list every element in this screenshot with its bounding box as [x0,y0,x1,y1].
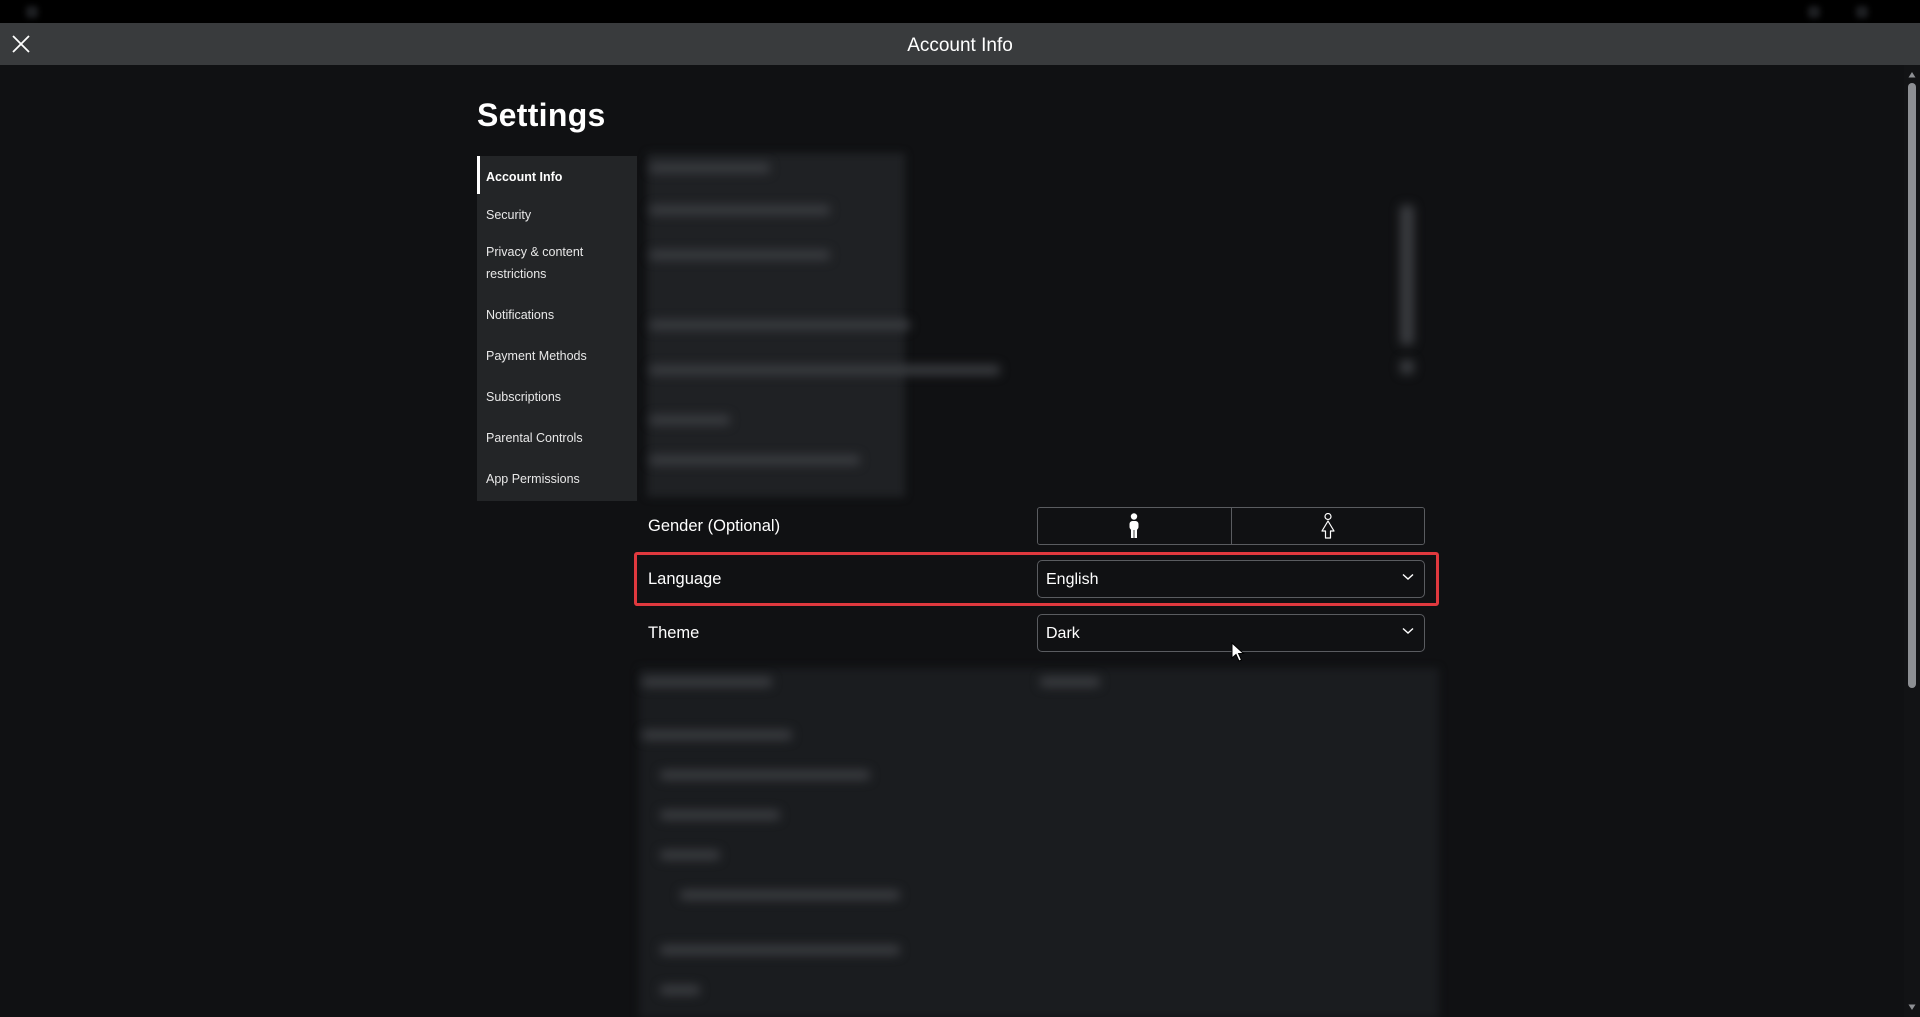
sidebar-item-account-info[interactable]: Account Info [477,156,637,194]
blurred-text [650,205,830,215]
sidebar-item-label: Subscriptions [486,390,562,404]
mouse-cursor-icon [1231,642,1245,662]
gender-toggle[interactable] [1037,507,1425,545]
vertical-scrollbar[interactable] [1904,65,1920,1017]
sidebar-item-label: App Permissions [486,472,580,486]
page-title: Settings [477,97,606,133]
gender-female-button[interactable] [1230,508,1424,544]
sidebar-item-label: Privacy & content restrictions [486,245,584,281]
blurred-text [650,455,860,465]
sidebar-item-privacy[interactable]: Privacy & content restrictions [477,234,637,297]
gender-label: Gender (Optional) [648,517,781,535]
top-strip [0,0,1920,23]
blurred-text [680,890,900,900]
scrollbar-thumb[interactable] [1908,83,1916,688]
blurred-text [650,365,1000,375]
chevron-down-icon [1402,573,1414,580]
sidebar-item-app-permissions[interactable]: App Permissions [477,461,637,501]
blurred-text [650,320,910,330]
blurred-text [660,985,700,995]
blurred-text [642,677,772,687]
chevron-down-icon [1402,627,1414,634]
sidebar-item-label: Notifications [486,308,555,322]
female-icon [1321,513,1335,539]
settings-page: Settings Account Info Security Privacy &… [0,65,1904,1017]
sidebar-item-subscriptions[interactable]: Subscriptions [477,379,637,420]
blurred-top-icon [1856,6,1868,18]
blurred-lower-section [639,668,1439,1017]
male-icon [1129,513,1139,538]
language-select[interactable]: English [1037,560,1425,598]
language-select-value: English [1046,571,1099,588]
blurred-text [1400,205,1414,345]
blurred-text [1040,677,1100,687]
blurred-text [660,850,720,860]
sidebar-item-label: Security [486,208,532,222]
theme-label: Theme [648,624,700,642]
blurred-text [650,250,830,260]
sidebar-item-notifications[interactable]: Notifications [477,297,637,338]
window-title: Account Info [907,35,1013,56]
sidebar-item-security[interactable]: Security [477,194,637,234]
gender-male-button[interactable] [1038,508,1231,544]
sidebar-item-label: Parental Controls [486,431,583,445]
language-label: Language [648,570,722,588]
sidebar-item-payment-methods[interactable]: Payment Methods [477,338,637,379]
blurred-text [660,945,900,955]
blurred-text [660,810,780,820]
blurred-text [650,415,730,425]
window-titlebar: Account Info [0,23,1920,65]
settings-sidebar: Account Info Security Privacy & content … [477,156,637,501]
sidebar-item-label: Payment Methods [486,349,587,363]
sidebar-item-label: Account Info [486,170,563,184]
blurred-text [1400,360,1414,374]
blurred-text [660,770,870,780]
theme-select-value: Dark [1046,625,1080,642]
blurred-top-icon [26,6,38,18]
blurred-top-icon [1808,6,1820,18]
sidebar-item-parental-controls[interactable]: Parental Controls [477,420,637,461]
blurred-text [642,730,792,740]
scroll-down-arrow-icon[interactable] [1908,1003,1916,1011]
blurred-text [650,163,770,173]
scroll-up-arrow-icon[interactable] [1908,71,1916,79]
